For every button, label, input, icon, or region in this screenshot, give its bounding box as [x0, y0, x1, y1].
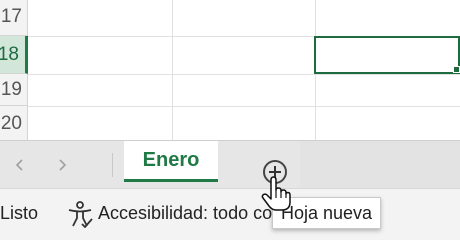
fill-handle[interactable]: [453, 66, 460, 73]
status-ready: Listo: [0, 203, 39, 223]
chevron-right-icon[interactable]: [52, 155, 72, 175]
accessibility-status[interactable]: Accesibilidad: todo co: [98, 203, 276, 224]
worksheet-grid[interactable]: 17 18 19 20: [0, 0, 460, 140]
row-label: 17: [0, 5, 22, 27]
row-header-17[interactable]: 17: [0, 0, 28, 36]
hand-cursor-icon: [261, 176, 291, 211]
sheet-tab-label: Enero: [142, 148, 200, 171]
sheet-tab-bar: Enero: [0, 140, 460, 189]
tabbar-empty-area: [300, 141, 460, 189]
row-header-19[interactable]: 19: [0, 74, 28, 106]
gridline: [172, 0, 173, 140]
status-bar: Listo Accesibilidad: todo co: [0, 188, 460, 240]
selected-cell[interactable]: [314, 36, 460, 74]
accessibility-person-icon[interactable]: [66, 200, 94, 229]
chevron-left-icon[interactable]: [10, 155, 30, 175]
row-headers: 17 18 19 20: [0, 0, 28, 140]
row-label: 18: [0, 43, 19, 65]
row-label: 20: [0, 112, 22, 134]
sheet-tab-enero[interactable]: Enero: [124, 141, 218, 182]
row-label: 19: [0, 78, 22, 100]
gridline: [28, 74, 460, 75]
tooltip-text: Hoja nueva: [281, 202, 373, 223]
row-header-20[interactable]: 20: [0, 106, 28, 140]
gridline: [28, 106, 460, 107]
row-header-18[interactable]: 18: [0, 36, 28, 74]
tab-divider: [112, 153, 113, 177]
